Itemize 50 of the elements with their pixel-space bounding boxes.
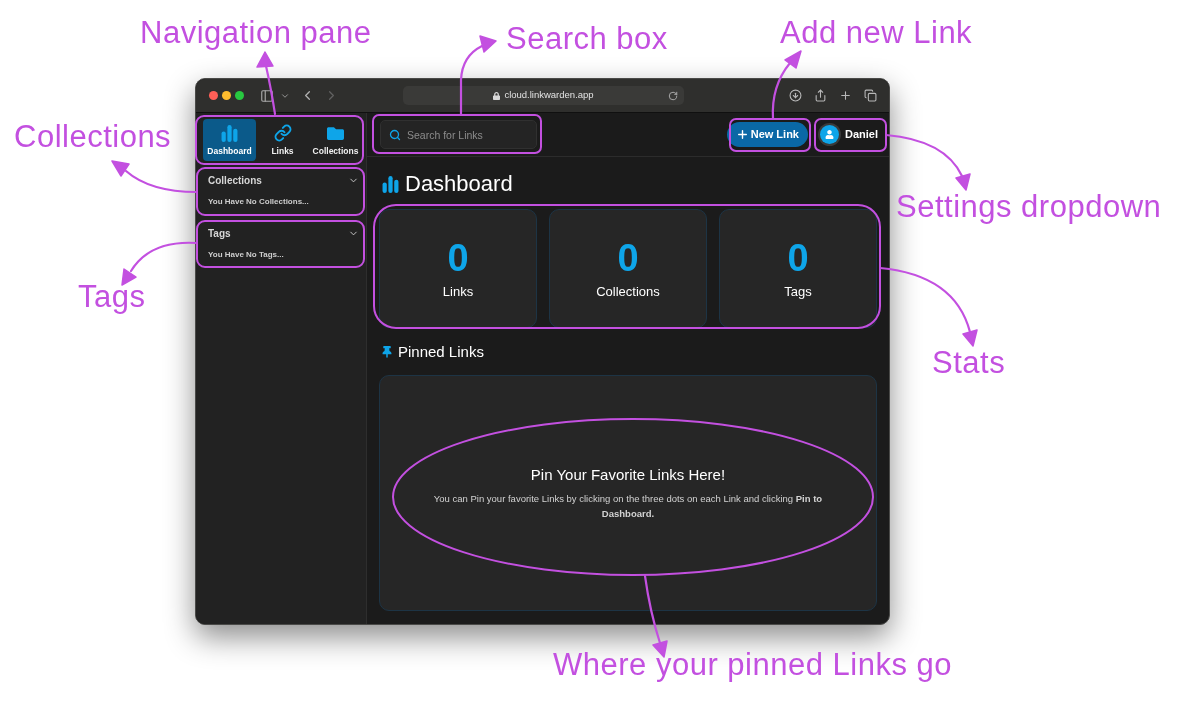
section-heading[interactable]: Collections	[208, 172, 262, 188]
nav-item[interactable]: Dashboard	[203, 119, 256, 161]
stat-label: Tags	[784, 283, 812, 300]
annotation-label: Add new Link	[780, 15, 973, 51]
share-icon[interactable]	[814, 89, 827, 102]
new-link-button[interactable]: New Link	[726, 122, 808, 147]
stat-value: 0	[787, 237, 809, 278]
stat-value: 0	[617, 237, 639, 278]
tabs-overview-icon[interactable]	[864, 89, 877, 102]
bar-chart-icon	[221, 124, 238, 142]
url-text: cloud.linkwarden.app	[504, 88, 594, 103]
section-title: Pinned Links	[398, 341, 484, 362]
annotation-label: Search box	[506, 21, 668, 57]
minimize-window-button[interactable]	[222, 91, 231, 100]
search-icon	[389, 128, 401, 141]
annotation-label: Tags	[78, 279, 146, 315]
user-avatar-icon	[820, 125, 839, 144]
reload-icon[interactable]	[668, 90, 678, 101]
page-title: Dashboard	[405, 171, 513, 197]
lock-icon	[493, 91, 501, 100]
empty-state-text: You can Pin your favorite Links by clicking on the three dots on each Link and clicking Pin to Dashboard.	[432, 492, 824, 521]
folder-icon	[326, 124, 345, 142]
close-window-button[interactable]	[209, 91, 218, 100]
new-tab-icon[interactable]	[839, 89, 852, 102]
stat-label: Collections	[596, 283, 660, 300]
search-field[interactable]: Search for Links	[380, 120, 537, 149]
address-bar[interactable]: cloud.linkwarden.app	[403, 86, 684, 105]
sidebar-toggle-icon[interactable]	[260, 88, 274, 103]
nav-item[interactable]: Links	[256, 119, 309, 161]
empty-state-title: Pin Your Favorite Links Here!	[530, 465, 726, 485]
stat-value: 0	[447, 237, 469, 278]
annotation-arrow	[256, 51, 277, 116]
bar-chart-icon	[382, 175, 399, 193]
user-menu-button[interactable]: Daniel	[820, 125, 878, 144]
annotation-label: Settings dropdown	[896, 189, 1162, 225]
pin-icon	[382, 346, 392, 358]
empty-state-text: You Have No Tags...	[208, 249, 285, 261]
zoom-window-button[interactable]	[235, 91, 244, 100]
annotation-label: Where your pinned Links go	[553, 647, 952, 683]
annotation-label: Collections	[14, 119, 172, 155]
empty-state-text: You Have No Collections...	[208, 196, 310, 208]
annotation-label: Navigation pane	[140, 15, 372, 51]
nav-item[interactable]: Collections	[309, 119, 362, 161]
section-heading[interactable]: Tags	[208, 225, 231, 241]
plus-icon	[735, 128, 749, 141]
annotation-arrow	[771, 50, 802, 121]
download-icon[interactable]	[789, 89, 802, 102]
stat-label: Links	[442, 283, 474, 300]
link-icon	[273, 124, 292, 142]
annotation-label: Stats	[932, 345, 1006, 381]
